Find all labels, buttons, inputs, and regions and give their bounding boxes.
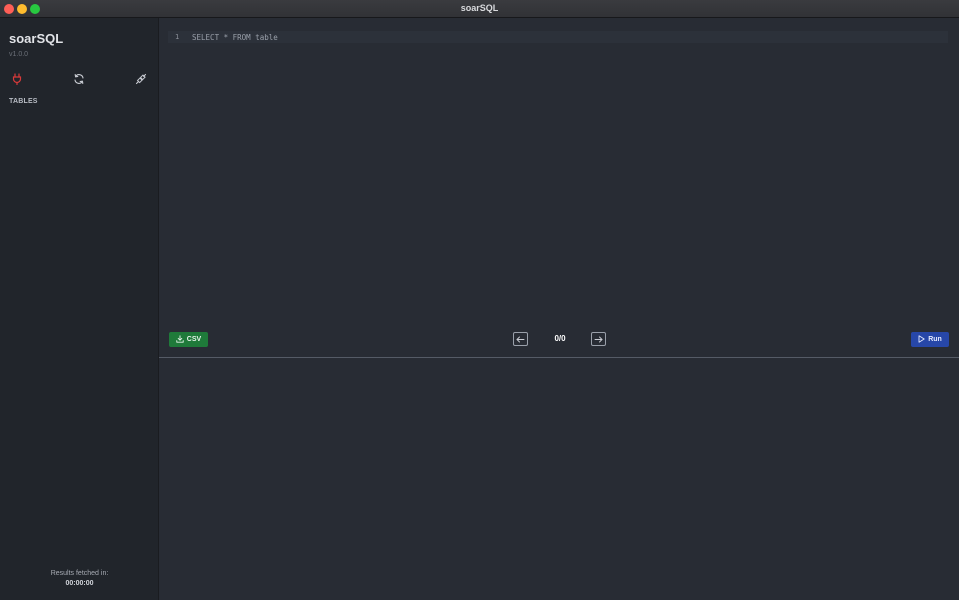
page-counter: 0/0 bbox=[554, 334, 566, 343]
next-page-button[interactable] bbox=[591, 332, 606, 346]
app-version: v1.0.0 bbox=[9, 51, 29, 58]
sidebar: soarSQL v1.0.0 TABLES Results fetched in… bbox=[0, 18, 159, 600]
fetch-time-label: Results fetched in: bbox=[50, 570, 109, 577]
app-window: soarSQL soarSQL v1.0.0 TABLES Results fe… bbox=[0, 0, 959, 600]
tables-heading: TABLES bbox=[9, 98, 38, 105]
active-code-line[interactable]: 1 SELECT * FROM table bbox=[168, 31, 948, 43]
csv-export-button[interactable]: CSV bbox=[169, 332, 208, 347]
window-title: soarSQL bbox=[460, 3, 499, 13]
arrow-right-icon bbox=[594, 336, 603, 342]
line-number: 1 bbox=[175, 33, 180, 41]
run-label: Run bbox=[928, 336, 942, 343]
csv-label: CSV bbox=[186, 336, 202, 343]
results-panel bbox=[159, 358, 959, 600]
download-icon bbox=[176, 334, 184, 345]
fetch-time-value: 00:00:00 bbox=[65, 580, 94, 587]
query-text[interactable]: SELECT * FROM table bbox=[192, 33, 278, 42]
plug-icon[interactable] bbox=[11, 72, 23, 86]
arrow-left-icon bbox=[516, 336, 525, 342]
refresh-icon[interactable] bbox=[73, 72, 85, 84]
app-name: soarSQL bbox=[9, 31, 64, 46]
previous-page-button[interactable] bbox=[513, 332, 528, 346]
disconnect-icon[interactable] bbox=[135, 72, 147, 85]
query-editor[interactable]: 1 SELECT * FROM table CSV 0/0 Run bbox=[159, 18, 959, 358]
run-query-button[interactable]: Run bbox=[911, 332, 949, 347]
play-icon bbox=[918, 334, 925, 345]
title-bar: soarSQL bbox=[0, 0, 959, 18]
